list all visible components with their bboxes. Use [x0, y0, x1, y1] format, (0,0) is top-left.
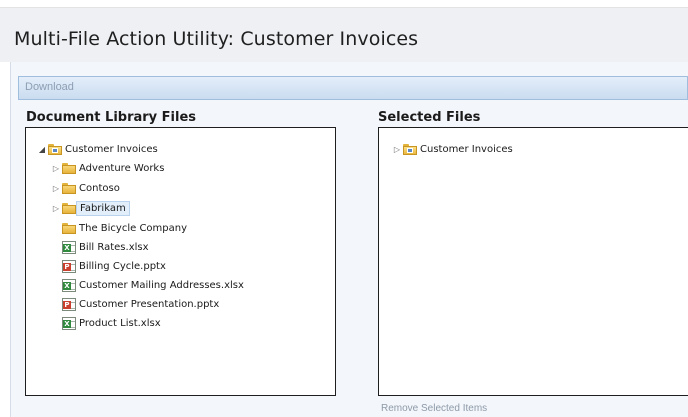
- excel-file-icon: X: [62, 278, 76, 292]
- tree-node-label: Customer Invoices: [65, 143, 158, 155]
- excel-file-icon: X: [62, 240, 76, 254]
- collapsed-arrow-icon[interactable]: ▷: [50, 204, 62, 213]
- powerpoint-file-icon: P: [62, 297, 76, 311]
- tree-item-bicycle-company[interactable]: The Bicycle Company: [62, 219, 187, 237]
- tree-item-fabrikam[interactable]: ▷ Fabrikam: [50, 199, 130, 217]
- tree-item-adventure-works[interactable]: ▷ Adventure Works: [50, 159, 164, 177]
- tree-node-label: The Bicycle Company: [79, 222, 188, 234]
- remove-selected-items-button[interactable]: Remove Selected Items: [381, 403, 487, 414]
- download-button[interactable]: Download: [25, 81, 74, 93]
- document-library-panel[interactable]: ◢ Customer Invoices ▷ Adventure Works ▷ …: [25, 127, 336, 396]
- collapsed-arrow-icon[interactable]: ▷: [50, 184, 62, 193]
- tree-node-label: Contoso: [79, 182, 120, 194]
- tree-item-contoso[interactable]: ▷ Contoso: [50, 179, 120, 197]
- excel-file-icon: X: [62, 316, 76, 330]
- library-folder-icon: [48, 143, 62, 156]
- tree-root-customer-invoices[interactable]: ◢ Customer Invoices: [36, 140, 158, 158]
- tree-node-label: Customer Invoices: [420, 143, 513, 155]
- folder-icon: [62, 222, 76, 235]
- tree-item-product-list[interactable]: X Product List.xlsx: [62, 314, 161, 332]
- document-library-heading: Document Library Files: [26, 110, 197, 125]
- collapsed-arrow-icon[interactable]: ▷: [50, 164, 62, 173]
- folder-icon: [62, 162, 76, 175]
- tree-node-label: Bill Rates.xlsx: [79, 241, 149, 253]
- expanded-arrow-icon[interactable]: ◢: [36, 145, 48, 154]
- folder-icon: [62, 202, 76, 215]
- title-bar: Multi-File Action Utility: Customer Invo…: [0, 8, 688, 62]
- tree-item-customer-presentation[interactable]: P Customer Presentation.pptx: [62, 295, 219, 313]
- tree-item-bill-rates[interactable]: X Bill Rates.xlsx: [62, 238, 149, 256]
- tree-node-label: Billing Cycle.pptx: [79, 260, 166, 272]
- selected-files-heading: Selected Files: [378, 110, 481, 125]
- tree-node-label: Fabrikam: [76, 200, 130, 216]
- tree-node-label: Adventure Works: [79, 162, 165, 174]
- selected-root-customer-invoices[interactable]: ▷ Customer Invoices: [391, 140, 513, 158]
- tree-item-billing-cycle[interactable]: P Billing Cycle.pptx: [62, 257, 166, 275]
- library-folder-icon: [403, 143, 417, 156]
- folder-icon: [62, 182, 76, 195]
- selected-files-panel[interactable]: ▷ Customer Invoices: [378, 127, 688, 396]
- page-title: Multi-File Action Utility: Customer Invo…: [14, 28, 419, 50]
- tree-node-label: Product List.xlsx: [79, 317, 161, 329]
- tree-item-customer-mailing-addresses[interactable]: X Customer Mailing Addresses.xlsx: [62, 276, 244, 294]
- tree-node-label: Customer Presentation.pptx: [79, 298, 220, 310]
- tree-node-label: Customer Mailing Addresses.xlsx: [79, 279, 244, 291]
- ribbon-toolbar: Download: [18, 76, 688, 100]
- top-strip: [0, 0, 688, 8]
- powerpoint-file-icon: P: [62, 259, 76, 273]
- collapsed-arrow-icon[interactable]: ▷: [391, 145, 403, 154]
